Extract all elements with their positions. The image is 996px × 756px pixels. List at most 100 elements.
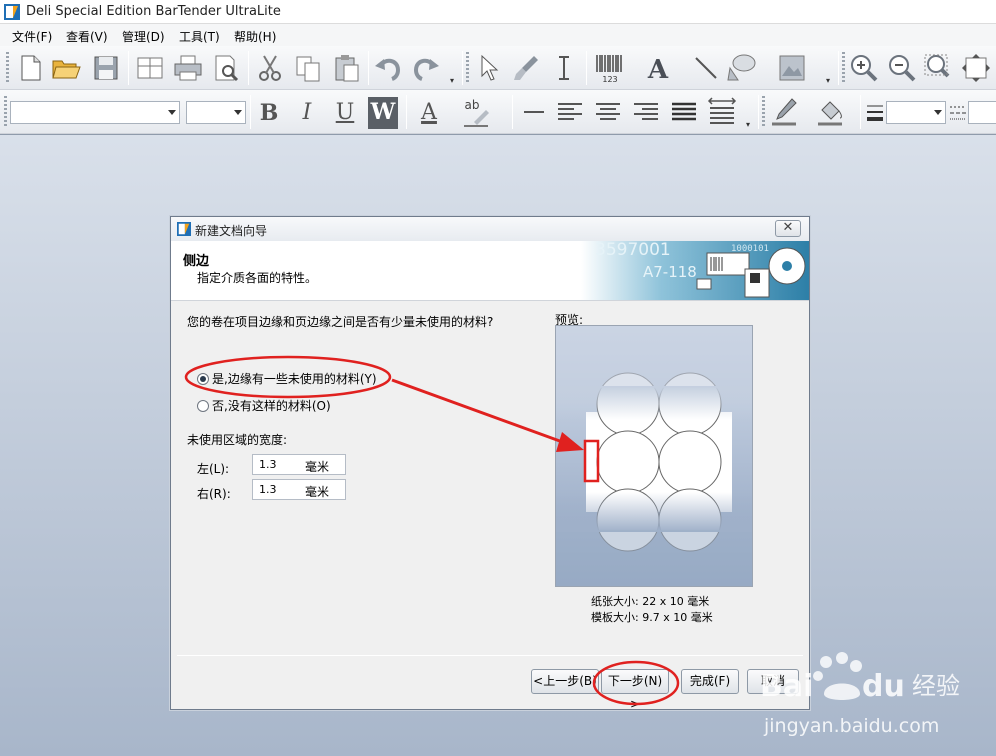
paper-size-text: 纸张大小: 22 x 10 毫米 <box>591 595 710 608</box>
bold-button[interactable]: B <box>254 98 284 128</box>
font-size-combo[interactable] <box>186 101 246 124</box>
fit-width-button[interactable] <box>706 96 738 128</box>
text-button[interactable]: A <box>642 52 674 84</box>
option-yes-label: 是,边缘有一些未使用的材料(Y) <box>212 372 377 386</box>
highlight-button[interactable]: ab <box>460 96 492 128</box>
zoom-in-button[interactable] <box>848 52 880 84</box>
banner-number-2: A7-118 <box>643 263 697 281</box>
radio-selected-icon <box>197 373 209 385</box>
zoom-window-button[interactable] <box>922 52 954 84</box>
align-right-button[interactable] <box>630 96 662 128</box>
dialog-close-button[interactable]: ✕ <box>775 220 801 237</box>
menu-manage[interactable]: 管理(D) <box>122 28 165 45</box>
right-margin-unit: 毫米 <box>305 485 330 499</box>
cut-button[interactable] <box>254 52 286 84</box>
word-wrap-button[interactable]: W <box>368 97 398 129</box>
i-beam-icon <box>559 56 569 80</box>
zoom-out-icon <box>889 55 916 82</box>
align-right-icon <box>634 103 658 120</box>
left-margin-unit: 毫米 <box>305 460 330 474</box>
option-no-label: 否,没有这样的材料(O) <box>212 399 331 413</box>
fit-text-icon <box>707 97 737 124</box>
option-no-radio[interactable]: 否,没有这样的材料(O) <box>197 397 331 414</box>
copy-button[interactable] <box>292 52 324 84</box>
font-color-button[interactable]: A <box>414 98 444 128</box>
cancel-button[interactable]: 取消 <box>747 669 799 694</box>
unused-width-label: 未使用区域的宽度: <box>187 433 288 447</box>
print-button[interactable] <box>172 52 204 84</box>
toolbar-grip[interactable] <box>4 96 7 128</box>
barcode-digits: 123 <box>602 75 617 84</box>
zoom-fit-button[interactable] <box>960 52 992 84</box>
chevron-down-icon <box>234 110 242 115</box>
left-margin-input[interactable]: 1.3 毫米 <box>252 454 346 475</box>
picture-button[interactable] <box>776 52 808 84</box>
fill-color-button[interactable] <box>814 96 846 128</box>
paint-brush-icon <box>514 56 538 80</box>
zoom-out-button[interactable] <box>886 52 918 84</box>
no-border-button[interactable] <box>518 96 550 128</box>
menu-bar: 文件(F) 查看(V) 管理(D) 工具(T) 帮助(H) <box>0 24 996 46</box>
line-style-combo[interactable] <box>968 101 996 124</box>
align-left-button[interactable] <box>554 96 586 128</box>
line-style-icon[interactable] <box>948 96 968 128</box>
menu-help[interactable]: 帮助(H) <box>234 28 276 45</box>
text-tool-letter: A <box>647 55 669 84</box>
toolbar-overflow-icon[interactable]: ▾ <box>826 76 834 88</box>
left-margin-label: 左(L): <box>197 462 230 476</box>
label-circle <box>596 430 660 494</box>
new-document-button[interactable] <box>14 52 46 84</box>
justify-button[interactable] <box>668 96 700 128</box>
line-weight-icon[interactable] <box>864 96 886 128</box>
menu-view[interactable]: 查看(V) <box>66 28 108 45</box>
toolbar-grip[interactable] <box>762 96 765 128</box>
redo-button[interactable] <box>410 52 442 84</box>
wizard-step-title: 侧边 <box>183 254 210 269</box>
paste-button[interactable] <box>330 52 362 84</box>
label-preview <box>555 325 753 587</box>
format-painter-button[interactable] <box>510 52 542 84</box>
undo-icon <box>375 58 401 81</box>
format-toolbar: B I U W A ab ▾ <box>0 90 996 134</box>
toolbar-overflow-icon[interactable]: ▾ <box>746 120 754 132</box>
back-button[interactable]: <上一步(B) <box>531 669 599 694</box>
toolbar-grip[interactable] <box>466 52 469 84</box>
next-button[interactable]: 下一步(N) > <box>601 669 669 711</box>
line-button[interactable] <box>690 52 722 84</box>
underline-button[interactable]: U <box>330 98 360 128</box>
italic-button[interactable]: I <box>292 98 322 128</box>
barcode-icon: 123 <box>596 55 622 84</box>
copy-icon <box>296 56 320 82</box>
open-button[interactable] <box>50 52 82 84</box>
wizard-header: 侧边 指定介质各面的特性。 3597001 A7-118 1000101 <box>171 241 809 301</box>
toolbar-grip[interactable] <box>6 52 9 84</box>
save-button[interactable] <box>90 52 122 84</box>
toolbar-overflow-icon[interactable]: ▾ <box>450 76 458 88</box>
align-center-icon <box>596 103 620 120</box>
text-cursor-button[interactable] <box>548 52 580 84</box>
align-justify-icon <box>672 102 696 121</box>
menu-tools[interactable]: 工具(T) <box>179 28 220 45</box>
align-left-icon <box>558 103 582 120</box>
highlighter-icon: ab <box>464 98 489 127</box>
finish-button[interactable]: 完成(F) <box>681 669 739 694</box>
barcode-button[interactable]: 123 <box>592 52 628 84</box>
align-center-button[interactable] <box>592 96 624 128</box>
page-setup-button[interactable] <box>134 52 166 84</box>
undo-button[interactable] <box>372 52 404 84</box>
menu-file[interactable]: 文件(F) <box>12 28 52 45</box>
bartender-logo-icon <box>4 4 20 20</box>
new-document-wizard-dialog: 新建文档向导 ✕ 侧边 指定介质各面的特性。 3597001 A7-118 10… <box>170 216 810 711</box>
dialog-titlebar: 新建文档向导 ✕ <box>171 217 809 241</box>
line-weight-combo[interactable] <box>886 101 946 124</box>
shape-button[interactable] <box>726 52 758 84</box>
toolbar-grip[interactable] <box>842 52 845 84</box>
line-color-button[interactable] <box>768 96 800 128</box>
font-name-combo[interactable] <box>10 101 180 124</box>
folder-open-icon <box>52 60 81 79</box>
zoom-in-icon <box>851 55 878 82</box>
select-pointer-button[interactable] <box>472 52 504 84</box>
option-yes-radio[interactable]: 是,边缘有一些未使用的材料(Y) <box>197 370 377 387</box>
right-margin-input[interactable]: 1.3 毫米 <box>252 479 346 500</box>
print-preview-button[interactable] <box>210 52 242 84</box>
